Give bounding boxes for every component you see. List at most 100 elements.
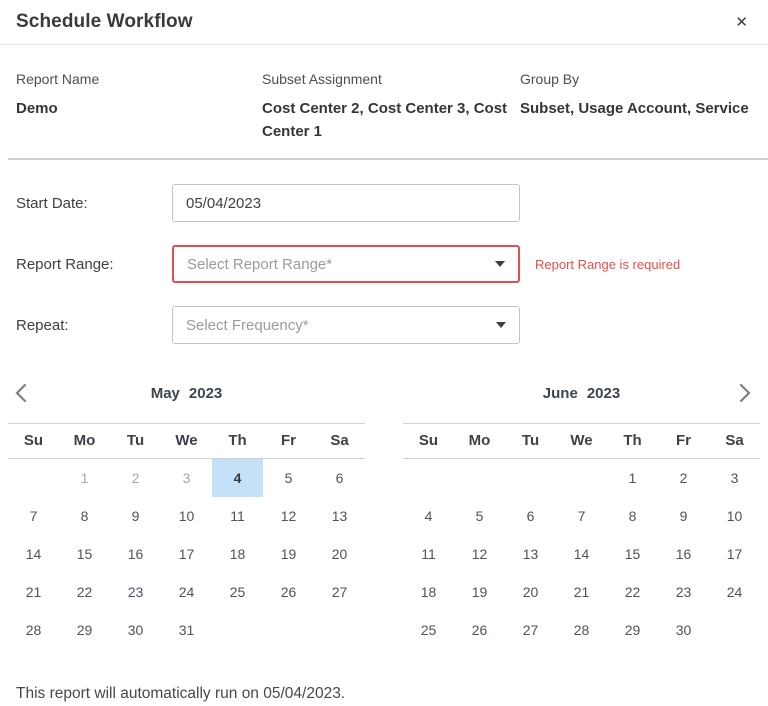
calendar-day[interactable]: 21	[556, 573, 607, 611]
calendar-day[interactable]: 9	[658, 497, 709, 535]
weekday-header: Tu	[505, 424, 556, 458]
calendar-day[interactable]: 15	[59, 535, 110, 573]
calendar-day[interactable]: 21	[8, 573, 59, 611]
calendar-day[interactable]: 25	[403, 611, 454, 649]
calendar-day[interactable]: 1	[607, 459, 658, 497]
calendar-week-row: 123456	[8, 459, 365, 497]
calendar-day-empty	[556, 459, 607, 497]
summary-value: Subset, Usage Account, Service	[520, 97, 752, 120]
previous-month-button[interactable]	[10, 381, 34, 405]
weekday-header: Fr	[263, 424, 314, 458]
close-icon[interactable]: ✕	[735, 15, 748, 30]
calendar-day[interactable]: 19	[263, 535, 314, 573]
calendar-day[interactable]: 17	[161, 535, 212, 573]
start-date-row: Start Date: 05/04/2023	[16, 184, 752, 222]
calendar-day[interactable]: 7	[556, 497, 607, 535]
calendar-day[interactable]: 16	[110, 535, 161, 573]
calendar-june: June2023 SuMoTuWeThFrSa 1234567891011121…	[403, 382, 760, 649]
weekday-header: Th	[607, 424, 658, 458]
calendar-day-empty	[212, 611, 263, 649]
calendar-month-title: May2023	[8, 382, 365, 406]
calendar-day[interactable]: 3	[161, 459, 212, 497]
repeat-select[interactable]: Select Frequency*	[172, 306, 520, 344]
calendar-day[interactable]: 7	[8, 497, 59, 535]
calendar-day[interactable]: 5	[263, 459, 314, 497]
calendar-day[interactable]: 4	[403, 497, 454, 535]
calendar-day[interactable]: 2	[658, 459, 709, 497]
weekday-header: Fr	[658, 424, 709, 458]
calendar-day[interactable]: 9	[110, 497, 161, 535]
calendar-day[interactable]: 14	[556, 535, 607, 573]
calendar-day[interactable]: 30	[110, 611, 161, 649]
calendar-day-empty	[403, 459, 454, 497]
calendar-week-row: 14151617181920	[8, 535, 365, 573]
calendar-day[interactable]: 11	[212, 497, 263, 535]
calendar-day[interactable]: 17	[709, 535, 760, 573]
calendar-day[interactable]: 28	[556, 611, 607, 649]
chevron-right-icon	[732, 392, 756, 409]
calendar-day[interactable]: 10	[161, 497, 212, 535]
month-year: 2023	[587, 385, 620, 402]
repeat-placeholder: Select Frequency*	[186, 317, 309, 334]
calendar-day[interactable]: 23	[658, 573, 709, 611]
calendar-day[interactable]: 20	[314, 535, 365, 573]
calendar-day[interactable]: 12	[263, 497, 314, 535]
calendar-day[interactable]: 8	[607, 497, 658, 535]
calendar-day[interactable]: 22	[607, 573, 658, 611]
calendar-day[interactable]: 15	[607, 535, 658, 573]
calendar-day-empty	[314, 611, 365, 649]
calendar-day[interactable]: 25	[212, 573, 263, 611]
calendar-day[interactable]: 24	[709, 573, 760, 611]
calendar-day[interactable]: 1	[59, 459, 110, 497]
calendar-day[interactable]: 6	[314, 459, 365, 497]
calendar-day[interactable]: 13	[505, 535, 556, 573]
calendar-day[interactable]: 12	[454, 535, 505, 573]
calendar-day[interactable]: 26	[454, 611, 505, 649]
calendar-day[interactable]: 22	[59, 573, 110, 611]
calendar-day[interactable]: 14	[8, 535, 59, 573]
calendar-day[interactable]: 8	[59, 497, 110, 535]
calendar-week-row: 45678910	[403, 497, 760, 535]
calendar-day[interactable]: 5	[454, 497, 505, 535]
calendar-day[interactable]: 30	[658, 611, 709, 649]
calendar-day[interactable]: 28	[8, 611, 59, 649]
calendar-day[interactable]: 26	[263, 573, 314, 611]
summary-label: Group By	[520, 71, 752, 87]
start-date-input[interactable]: 05/04/2023	[172, 184, 520, 222]
summary-label: Subset Assignment	[262, 71, 520, 87]
dialog-title: Schedule Workflow	[16, 11, 193, 33]
calendar-day[interactable]: 6	[505, 497, 556, 535]
calendar-day[interactable]: 10	[709, 497, 760, 535]
calendar-day[interactable]: 29	[607, 611, 658, 649]
calendar-day[interactable]: 31	[161, 611, 212, 649]
calendar-week-row: 21222324252627	[8, 573, 365, 611]
calendar-day[interactable]: 20	[505, 573, 556, 611]
calendar-may: May2023 SuMoTuWeThFrSa 12345678910111213…	[8, 382, 365, 649]
calendar-day-empty	[8, 459, 59, 497]
calendar-day[interactable]: 29	[59, 611, 110, 649]
calendar-day[interactable]: 11	[403, 535, 454, 573]
weekday-header: Mo	[454, 424, 505, 458]
calendar-day[interactable]: 23	[110, 573, 161, 611]
weekday-header: Su	[8, 424, 59, 458]
summary-group-by: Group By Subset, Usage Account, Service	[520, 71, 752, 143]
calendar-day[interactable]: 3	[709, 459, 760, 497]
schedule-form: Start Date: 05/04/2023 Report Range: Sel…	[0, 160, 768, 344]
calendar-day[interactable]: 24	[161, 573, 212, 611]
calendar-day[interactable]: 27	[314, 573, 365, 611]
calendar-day[interactable]: 19	[454, 573, 505, 611]
weekday-header: Sa	[314, 424, 365, 458]
calendar-day[interactable]: 18	[212, 535, 263, 573]
calendar-day[interactable]: 16	[658, 535, 709, 573]
report-range-label: Report Range:	[16, 256, 172, 273]
start-date-value: 05/04/2023	[186, 195, 261, 212]
calendar-day[interactable]: 4	[212, 459, 263, 497]
calendar-day[interactable]: 13	[314, 497, 365, 535]
next-month-button[interactable]	[732, 381, 756, 405]
summary-value: Cost Center 2, Cost Center 3, Cost Cente…	[262, 97, 512, 143]
report-range-select[interactable]: Select Report Range*	[172, 245, 520, 283]
weekday-header: Su	[403, 424, 454, 458]
calendar-day[interactable]: 2	[110, 459, 161, 497]
calendar-day[interactable]: 18	[403, 573, 454, 611]
calendar-day[interactable]: 27	[505, 611, 556, 649]
